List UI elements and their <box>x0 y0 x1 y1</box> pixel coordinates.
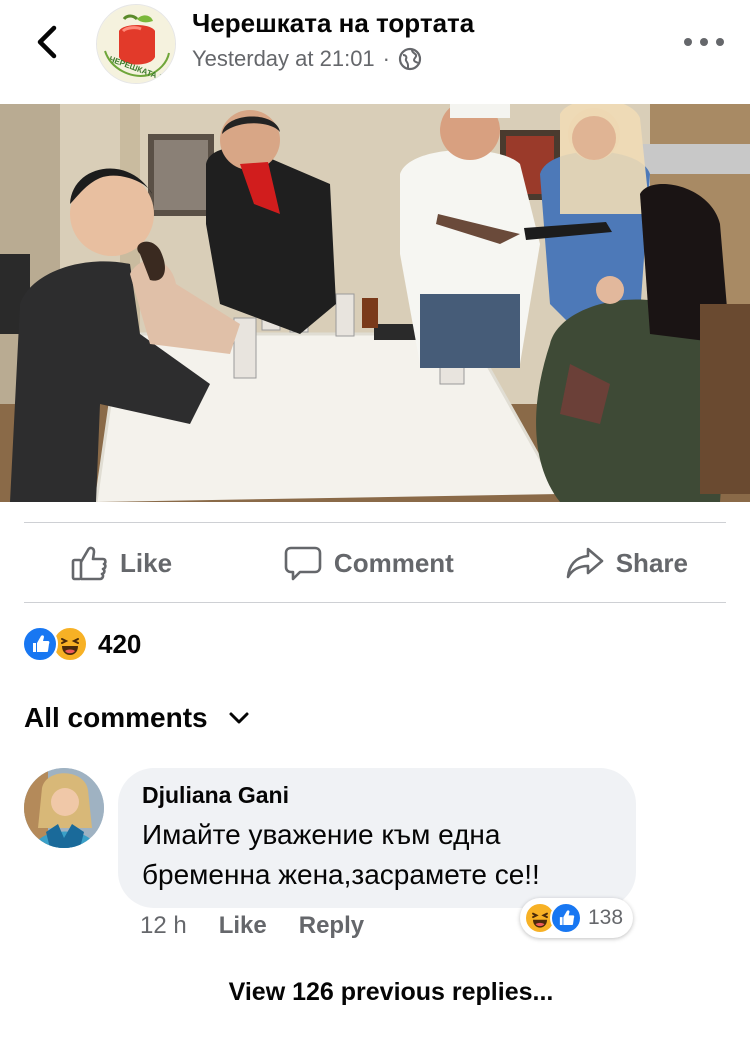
post-header: ЧЕРЕШКАТА НА ТОРТАТА Черешката на тортат… <box>0 0 750 104</box>
cherry-logo: ЧЕРЕШКАТА НА ТОРТАТА <box>97 5 175 83</box>
back-button[interactable] <box>30 22 64 62</box>
chevron-left-icon <box>37 25 57 59</box>
meta-separator: · <box>382 46 390 71</box>
comments-filter-dropdown[interactable]: All comments <box>24 702 250 734</box>
post-timestamp[interactable]: Yesterday at 21:01 <box>192 46 375 72</box>
share-button[interactable]: Share <box>566 544 688 582</box>
like-reaction-icon <box>550 902 582 934</box>
reactions-summary[interactable]: 420 <box>22 624 141 664</box>
like-label: Like <box>120 547 173 578</box>
view-previous-replies-link[interactable]: View 126 previous replies... <box>0 978 750 1007</box>
comment-button[interactable]: Comment <box>284 544 454 582</box>
share-label: Share <box>615 547 688 578</box>
divider-top <box>24 522 726 523</box>
like-button[interactable]: Like <box>70 544 172 582</box>
reactions-count: 420 <box>98 628 142 659</box>
comment-like-button[interactable]: Like <box>219 912 267 940</box>
like-reaction-icon <box>22 626 58 662</box>
action-bar: Like Comment Share <box>24 524 726 602</box>
more-horizontal-icon <box>684 38 692 46</box>
page-avatar[interactable]: ЧЕРЕШКАТА НА ТОРТАТА <box>96 4 176 84</box>
globe-icon <box>398 47 422 71</box>
comment-text-line: бременна жена,засрамете се!! <box>142 859 540 890</box>
comment-bubble[interactable]: Djuliana Gani Имайте уважение към една б… <box>118 768 636 908</box>
post-photo[interactable] <box>0 104 750 502</box>
thumbs-up-icon <box>71 546 107 581</box>
comment-reaction-count: 138 <box>588 906 624 929</box>
comment-meta: 12 h Like Reply <box>140 912 364 940</box>
commenter-avatar[interactable] <box>24 768 104 848</box>
comment-age[interactable]: 12 h <box>140 912 187 940</box>
comment-label: Comment <box>333 547 454 578</box>
more-options-button[interactable] <box>684 36 724 48</box>
comment-bubble-icon <box>284 546 322 581</box>
comments-filter-label: All comments <box>24 702 208 733</box>
comment-reply-button[interactable]: Reply <box>299 912 364 940</box>
divider-bottom <box>24 602 726 603</box>
photo-scene <box>0 104 750 502</box>
post-meta: Yesterday at 21:01 · <box>192 46 422 72</box>
comment-text: Имайте уважение към една бременна жена,з… <box>142 815 612 895</box>
chevron-down-icon <box>229 712 249 724</box>
share-arrow-icon <box>566 547 604 579</box>
commenter-name[interactable]: Djuliana Gani <box>142 782 612 809</box>
comment-text-line: Имайте уважение към една <box>142 819 501 850</box>
page-name[interactable]: Черешката на тортата <box>192 8 474 39</box>
comment-reactions[interactable]: 138 <box>520 898 634 938</box>
